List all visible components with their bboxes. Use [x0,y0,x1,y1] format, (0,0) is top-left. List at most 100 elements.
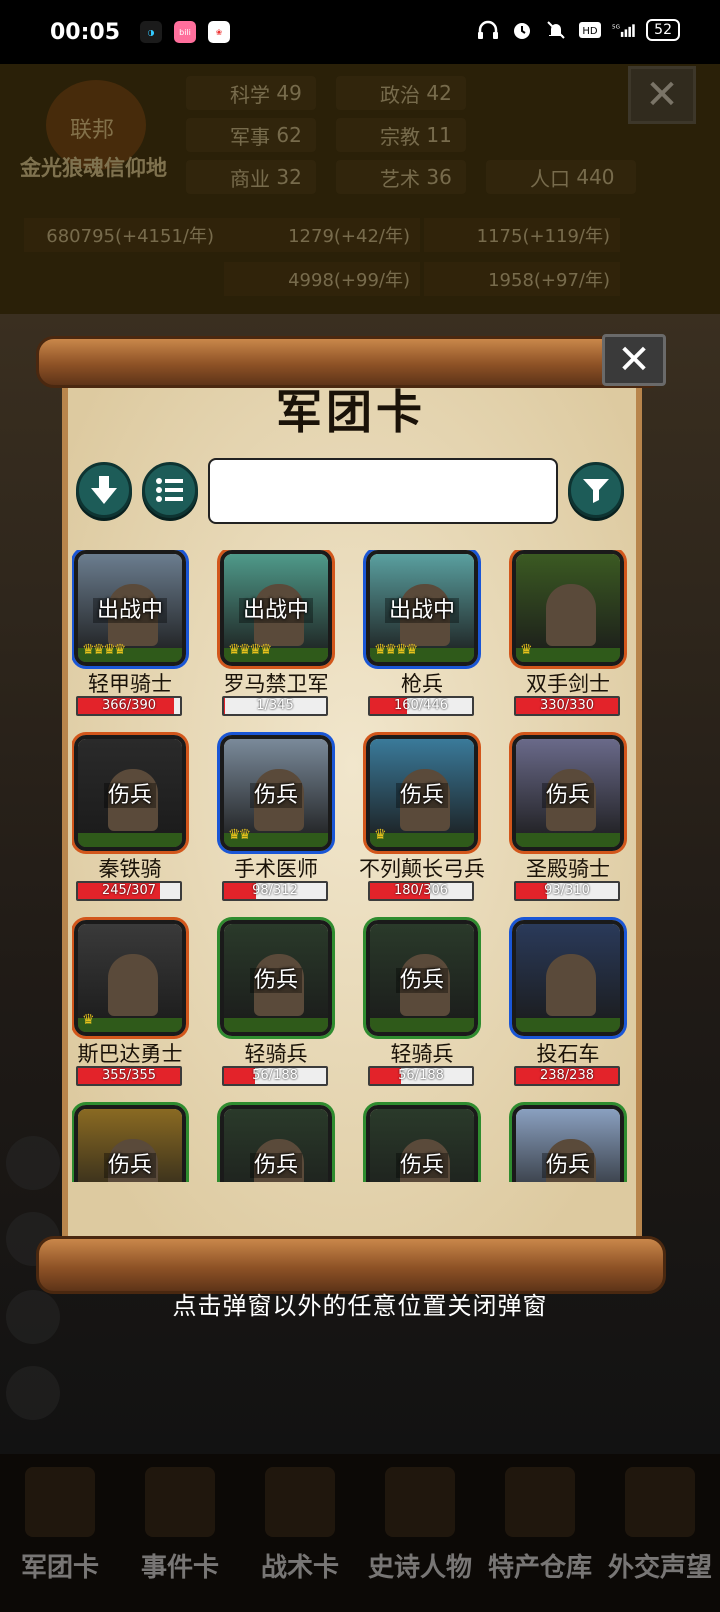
unit-portrait: 伤兵 [512,735,624,851]
unit-card[interactable]: 伤兵 圣殿骑士 93/310 [510,735,634,905]
unit-name: 斯巴达勇士 [77,1042,183,1066]
background-close-icon: ✕ [628,66,696,124]
filter-button[interactable] [568,462,624,518]
search-input[interactable] [208,458,558,524]
hp-text: 98/312 [252,883,298,898]
unit-status: 出战中 [224,592,328,624]
headphones-icon [476,18,500,42]
unit-status: 伤兵 [78,1147,182,1179]
sort-button[interactable] [76,462,132,518]
svg-text:5G: 5G [612,25,620,31]
unit-card[interactable]: ♛♛♛♛ 出战中 轻甲骑士 366/390 [72,550,218,720]
unit-name: 枪兵 [401,672,443,696]
bilibili-icon: bili [174,21,197,43]
resource-gold: 680795(+4151/年) [24,218,224,252]
unit-hp-bar: 355/355 [76,1066,182,1086]
resource-food: 1958(+97/年) [424,262,620,296]
unit-portrait: ♛♛ 伤兵 [220,735,332,851]
battery-indicator: 52 [646,19,680,41]
unit-name: 轻骑兵 [244,1042,308,1066]
unit-card[interactable]: 伤兵 [72,1105,218,1182]
stat-military: 军事 62 [186,118,316,152]
unit-portrait [512,920,624,1036]
unit-status: 伤兵 [224,777,328,809]
unit-status: 出战中 [78,592,182,624]
scroll-icon [145,1467,215,1537]
unit-card[interactable]: 伤兵 [364,1105,510,1182]
unit-hp-bar: 160/446 [368,696,474,716]
unit-card[interactable]: ♛♛♛♛ 出战中 罗马禁卫军 1/345 [218,550,364,720]
nav-diplomacy: 外交声望 [600,1462,720,1602]
unit-name: 轻骑兵 [390,1042,454,1066]
unit-card[interactable]: ♛♛ 伤兵手术医师 98/312 [218,735,364,905]
hp-text: 56/188 [398,1068,444,1083]
unit-status: 伤兵 [516,777,620,809]
meitu-icon: ❀ [208,21,231,43]
alarm-icon [510,18,534,42]
unit-card[interactable]: 伤兵 [510,1105,634,1182]
rank-crowns-icon: ♛♛ [228,827,251,843]
grass-strip [370,833,474,847]
resource-stone: 1175(+119/年) [424,218,620,252]
unit-status: 伤兵 [224,1147,328,1179]
grass-strip [78,1018,182,1032]
unit-card[interactable]: 伤兵 [218,1105,364,1182]
nav-epic-heroes: 史诗人物 [360,1462,480,1602]
mute-icon [544,18,568,42]
unit-portrait: ♛♛♛♛ 出战中 [220,550,332,666]
hp-text: 366/390 [101,698,156,713]
rank-crowns-icon: ♛♛♛♛ [374,642,418,658]
unit-portrait: 伤兵 [220,1105,332,1182]
unit-hp-bar: 180/306 [368,881,474,901]
unit-card[interactable]: ♛♛♛♛ 出战中枪兵 160/446 [364,550,510,720]
grass-strip [516,1018,620,1032]
unit-portrait: 伤兵 [74,1105,186,1182]
hp-text: 330/330 [539,698,594,713]
unit-card[interactable]: ♛ 斯巴达勇士 355/355 [72,920,218,1090]
hp-text: 245/307 [101,883,156,898]
unit-card[interactable]: 伤兵 轻骑兵 56/188 [218,920,364,1090]
unit-name: 手术医师 [234,857,318,881]
hp-text: 238/238 [539,1068,594,1083]
grass-strip [516,833,620,847]
unit-card[interactable]: 投石车 238/238 [510,920,634,1090]
unit-hp-bar: 1/345 [222,696,328,716]
unit-figure [108,954,158,1016]
nav-tactic-cards: 战术卡 [240,1462,360,1602]
stat-population: 人口 440 [486,160,636,194]
unit-name: 双手剑士 [526,672,610,696]
unit-name: 轻甲骑士 [88,672,172,696]
sort-down-icon [91,476,117,504]
5g-signal-icon: 5G [612,18,636,42]
unit-hp-bar: 366/390 [76,696,182,716]
grass-strip [516,648,620,662]
stat-politics: 政治 42 [336,76,466,110]
unit-name: 不列颠长弓兵 [359,857,485,881]
unit-card[interactable]: ♛ 双手剑士 330/330 [510,550,634,720]
unit-hp-bar: 245/307 [76,881,182,901]
unit-hp-bar: 98/312 [222,881,328,901]
unit-card[interactable]: 伤兵轻骑兵 56/188 [364,920,510,1090]
unit-portrait: 伤兵 [512,1105,624,1182]
list-icon [156,478,183,502]
hd-icon: HD [578,18,602,42]
stat-science: 科学 49 [186,76,316,110]
grass-strip [370,1018,474,1032]
unit-portrait: ♛ [512,550,624,666]
unit-portrait: 伤兵 [220,920,332,1036]
unit-figure [546,954,596,1016]
unit-card-grid: ♛♛♛♛ 出战中 轻甲骑士 366/390 ♛♛♛♛ 出战中 罗马禁卫军 1/345 ♛♛♛♛ 出… [72,550,634,1182]
rank-crowns-icon: ♛ [374,827,386,843]
hp-text: 93/310 [544,883,590,898]
nav-legion-cards: 军团卡 [0,1462,120,1602]
unit-name: 秦铁骑 [98,857,162,881]
list-view-button[interactable] [142,462,198,518]
unit-portrait: ♛ 伤兵 [366,735,478,851]
unit-card[interactable]: 伤兵 秦铁骑 245/307 [72,735,218,905]
unit-portrait: 伤兵 [366,920,478,1036]
unit-portrait: ♛♛♛♛ 出战中 [366,550,478,666]
unit-card[interactable]: ♛ 伤兵不列颠长弓兵 180/306 [359,735,510,905]
grass-strip [224,1018,328,1032]
unit-status: 伤兵 [370,962,474,994]
unit-portrait: ♛ [74,920,186,1036]
